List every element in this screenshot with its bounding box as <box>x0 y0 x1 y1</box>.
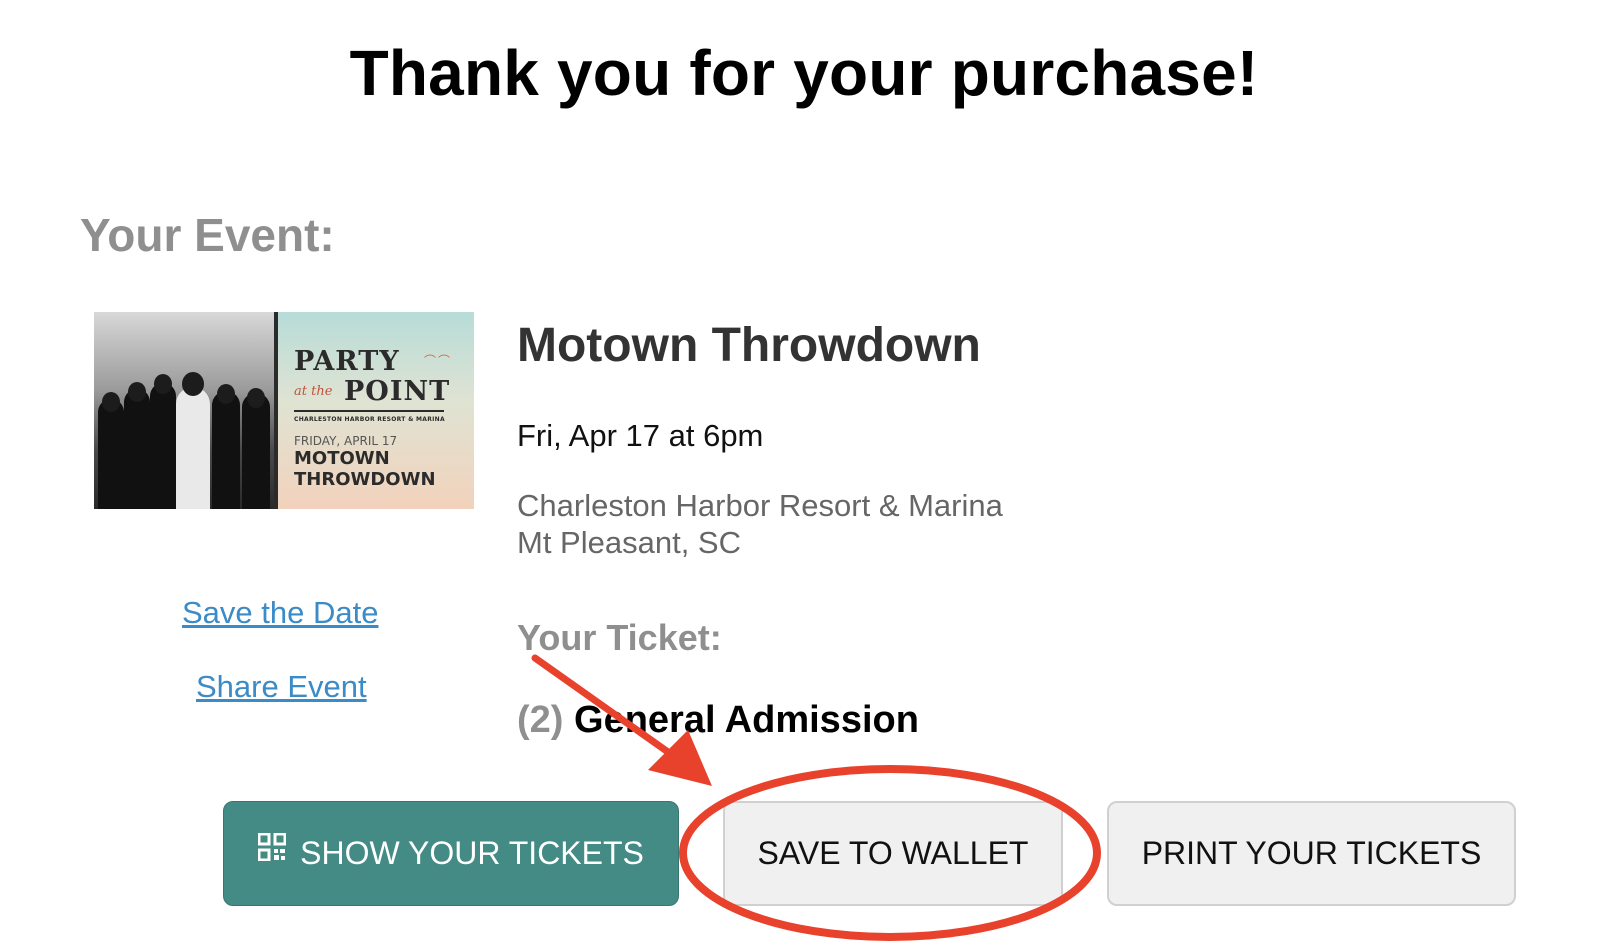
save-the-date-link[interactable]: Save the Date <box>182 595 378 631</box>
print-tickets-label: PRINT YOUR TICKETS <box>1141 835 1482 871</box>
print-tickets-button[interactable]: PRINT YOUR TICKETS <box>1107 801 1516 906</box>
event-image: ⌒⌒ PARTY at the POINT CHARLESTON HARBOR … <box>94 312 474 509</box>
poster-rule <box>294 410 444 412</box>
venue-city: Mt Pleasant, SC <box>517 525 741 560</box>
show-tickets-label: SHOW YOUR TICKETS <box>300 835 644 871</box>
event-datetime: Fri, Apr 17 at 6pm <box>517 418 764 453</box>
band-photo <box>94 312 274 509</box>
qr-code-icon <box>257 832 287 869</box>
ticket-quantity: (2) <box>517 699 564 741</box>
poster-event-name-line1: MOTOWN <box>294 448 390 469</box>
poster-venue-text: CHARLESTON HARBOR RESORT & MARINA <box>294 416 445 423</box>
ticket-type: General Admission <box>574 699 919 741</box>
page-title: Thank you for your purchase! <box>349 37 1259 109</box>
show-tickets-button[interactable]: SHOW YOUR TICKETS <box>223 801 679 906</box>
your-event-heading: Your Event: <box>80 209 335 261</box>
your-ticket-heading: Your Ticket: <box>517 617 722 658</box>
venue-name: Charleston Harbor Resort & Marina <box>517 488 1003 523</box>
event-title: Motown Throwdown <box>517 319 981 372</box>
poster-point-text: POINT <box>344 376 451 407</box>
save-to-wallet-label: SAVE TO WALLET <box>757 835 1029 871</box>
poster-party-text: PARTY <box>294 346 400 377</box>
poster-at-the-text: at the <box>294 384 333 399</box>
share-event-link[interactable]: Share Event <box>196 669 367 705</box>
poster-event-name-line2: THROWDOWN <box>294 469 436 490</box>
birds-icon: ⌒⌒ <box>424 354 453 368</box>
poster-date-text: FRIDAY, APRIL 17 <box>294 434 398 448</box>
ticket-line: (2) General Admission <box>517 699 919 742</box>
save-to-wallet-button[interactable]: SAVE TO WALLET <box>723 801 1063 906</box>
event-poster: ⌒⌒ PARTY at the POINT CHARLESTON HARBOR … <box>278 312 474 509</box>
